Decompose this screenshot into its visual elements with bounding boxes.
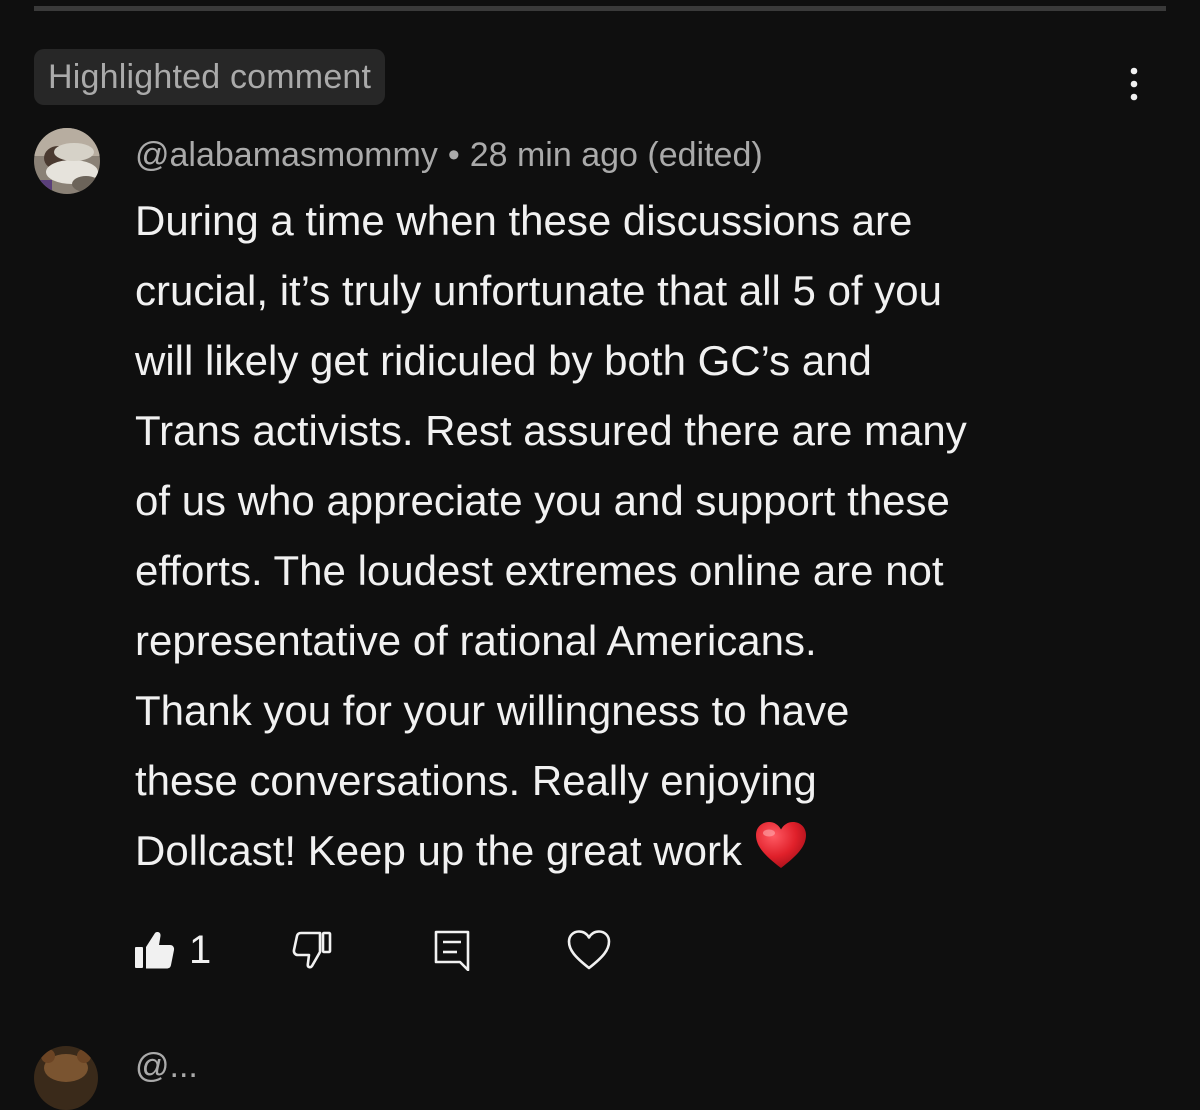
comment-text: During a time when these discussions are…: [135, 197, 967, 874]
more-options-button[interactable]: [1112, 60, 1156, 108]
avatar[interactable]: [34, 128, 100, 194]
comment-timestamp: 28 min ago: [469, 136, 638, 174]
highlighted-comment-badge: Highlighted comment: [34, 49, 386, 105]
like-count: 1: [189, 928, 212, 972]
top-divider: [34, 6, 1166, 11]
next-avatar-image: [34, 1046, 98, 1110]
edited-label: (edited): [647, 136, 763, 174]
next-comment-author[interactable]: @...: [135, 1044, 198, 1088]
like-button[interactable]: 1: [133, 920, 211, 980]
next-comment-avatar[interactable]: [34, 1046, 98, 1110]
reply-button[interactable]: [433, 920, 471, 980]
thumbs-down-icon: [292, 931, 332, 969]
author-handle[interactable]: @alabamasmommy: [135, 136, 438, 174]
more-vertical-icon: [1130, 67, 1138, 101]
heart-outline-icon: [567, 930, 611, 970]
heart-button[interactable]: [566, 920, 612, 980]
reply-icon: [434, 930, 470, 971]
red-heart-icon: [756, 822, 806, 868]
thumbs-up-filled-icon: [135, 932, 175, 969]
comment-meta: @alabamasmommy • 28 min ago (edited): [135, 133, 763, 177]
red-heart-emoji: [754, 821, 808, 892]
comment-body: During a time when these discussions are…: [135, 186, 1165, 892]
avatar-image: [34, 128, 100, 194]
meta-separator: •: [447, 136, 460, 174]
dislike-button[interactable]: [291, 920, 333, 980]
